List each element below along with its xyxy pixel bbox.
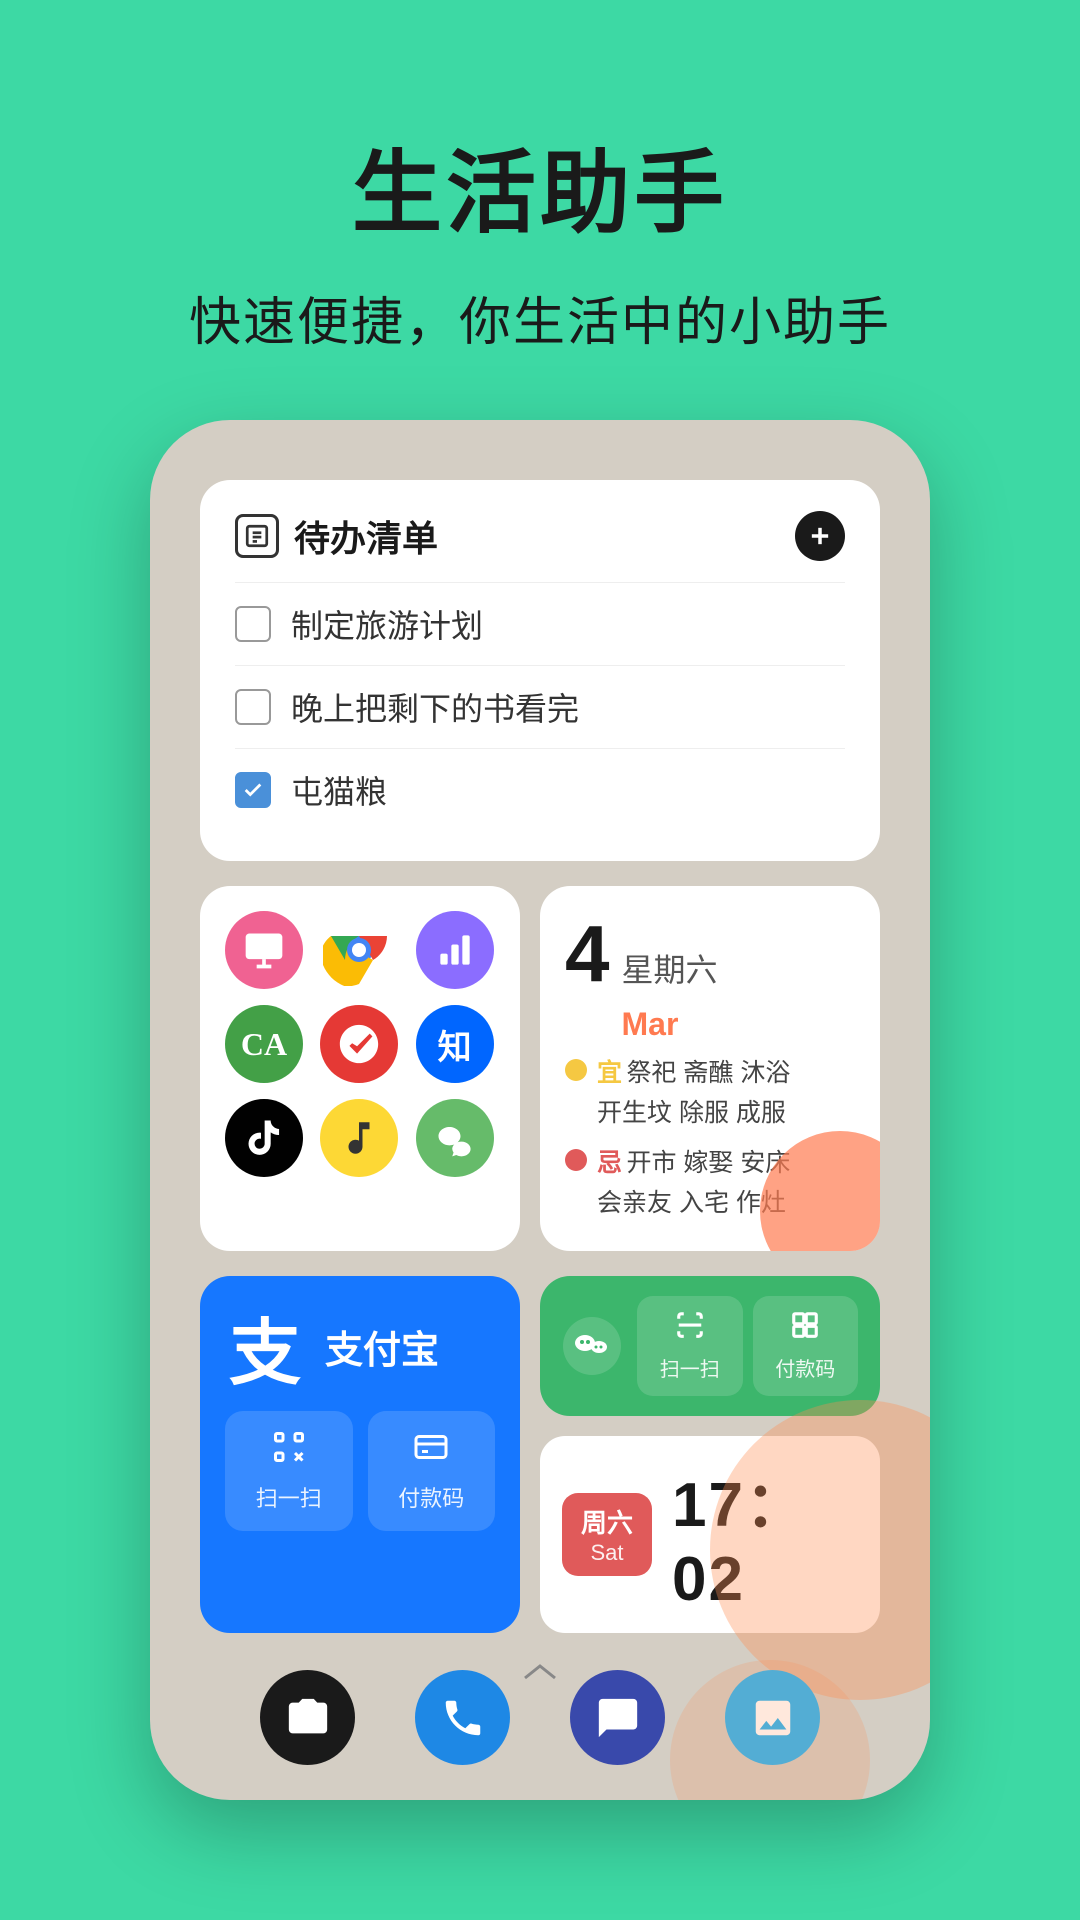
- todo-title: 待办清单: [294, 510, 438, 562]
- wechat-scan-button[interactable]: 扫一扫: [637, 1296, 743, 1396]
- calendar-widget: 4 星期六 Mar 宜 祭祀 斋醮 沐浴开生坟 除服 成服 忌 开市 嫁娶 安: [540, 886, 880, 1251]
- app-icon-wechat-small[interactable]: [416, 1099, 494, 1177]
- dock-camera[interactable]: [260, 1670, 355, 1765]
- sub-title: 快速便捷，你生活中的小助手: [0, 280, 1080, 355]
- phone-mockup: 待办清单 制定旅游计划 晚上把剩下的书看完: [150, 420, 930, 1800]
- main-title: 生活助手: [0, 120, 1080, 250]
- todo-text-1: 制定旅游计划: [291, 601, 483, 647]
- app-icon-tiktok[interactable]: [225, 1099, 303, 1177]
- cal-date: 4: [565, 914, 610, 994]
- todo-list-icon: [235, 514, 279, 558]
- dock-phone[interactable]: [415, 1670, 510, 1765]
- alipay-main: 支 支付宝: [225, 1306, 495, 1386]
- middle-row: CA 知: [200, 886, 880, 1251]
- todo-text-3: 屯猫粮: [291, 767, 387, 813]
- wechat-scan-label: 扫一扫: [660, 1353, 720, 1382]
- inauspicious-dot: [565, 1149, 587, 1171]
- checkbox-3[interactable]: [235, 772, 271, 808]
- app-icon-zhihu[interactable]: 知: [416, 1005, 494, 1083]
- todo-add-button[interactable]: [795, 511, 845, 561]
- checkbox-1[interactable]: [235, 606, 271, 642]
- cal-month: Mar: [622, 1006, 718, 1043]
- inauspicious-items: 开市 嫁娶 安床会亲友 入宅 作灶: [597, 1149, 790, 1217]
- todo-item-1[interactable]: 制定旅游计划: [235, 582, 845, 665]
- wechat-actions: 扫一扫 付款码: [637, 1296, 858, 1396]
- dock-messages[interactable]: [570, 1670, 665, 1765]
- scan-icon: [271, 1429, 307, 1473]
- wechat-scan-icon: [675, 1310, 705, 1347]
- dock-gallery[interactable]: [725, 1670, 820, 1765]
- app-icon-stats[interactable]: [416, 911, 494, 989]
- wechat-logo: [562, 1316, 622, 1376]
- clock-day-badge: 周六 Sat: [562, 1493, 652, 1576]
- app-icon-music[interactable]: [320, 1099, 398, 1177]
- todo-header-left: 待办清单: [235, 510, 438, 562]
- alipay-scan-button[interactable]: 扫一扫: [225, 1411, 353, 1531]
- wechat-right-col: 扫一扫 付款码: [540, 1276, 880, 1633]
- apps-widget: CA 知: [200, 886, 520, 1251]
- checkbox-2[interactable]: [235, 689, 271, 725]
- cal-weekday: 星期六: [622, 945, 718, 991]
- inauspicious-label: 忌: [597, 1149, 622, 1177]
- todo-text-2: 晚上把剩下的书看完: [291, 684, 579, 730]
- app-icon-chrome[interactable]: [320, 911, 398, 989]
- clock-widget: 周六 Sat 17：02: [540, 1436, 880, 1633]
- wechat-pay-button[interactable]: 付款码: [753, 1296, 859, 1396]
- app-icon-weibo[interactable]: [320, 1005, 398, 1083]
- alipay-pay-button[interactable]: 付款码: [368, 1411, 496, 1531]
- auspicious-dot: [565, 1059, 587, 1081]
- clock-weekday: 周六: [578, 1503, 636, 1540]
- alipay-logo: 支: [225, 1306, 305, 1386]
- auspicious-items: 祭祀 斋醮 沐浴开生坟 除服 成服: [597, 1059, 790, 1127]
- wechat-pay-icon: [790, 1310, 820, 1347]
- bottom-row: 支 支付宝 扫一扫: [200, 1276, 880, 1633]
- header-section: 生活助手 快速便捷，你生活中的小助手: [0, 0, 1080, 355]
- app-icon-ca[interactable]: CA: [225, 1005, 303, 1083]
- alipay-char: 支: [229, 1294, 301, 1399]
- todo-item-2[interactable]: 晚上把剩下的书看完: [235, 665, 845, 748]
- wechat-pay-label: 付款码: [775, 1353, 835, 1382]
- alipay-actions: 扫一扫 付款码: [225, 1411, 495, 1531]
- wechat-widget: 扫一扫 付款码: [540, 1276, 880, 1416]
- app-icon-tv[interactable]: [225, 911, 303, 989]
- clock-time: 17：02: [672, 1454, 858, 1615]
- todo-header: 待办清单: [235, 510, 845, 562]
- todo-widget: 待办清单 制定旅游计划 晚上把剩下的书看完: [200, 480, 880, 861]
- alipay-scan-label: 扫一扫: [256, 1481, 322, 1513]
- wechat-row: 扫一扫 付款码: [562, 1296, 858, 1396]
- apps-grid: CA 知: [225, 911, 495, 1177]
- bottom-dock: [150, 1670, 930, 1765]
- pay-icon: [413, 1429, 449, 1473]
- cal-inauspicious-row: 忌 开市 嫁娶 安床会亲友 入宅 作灶: [565, 1143, 855, 1223]
- alipay-pay-label: 付款码: [398, 1481, 464, 1513]
- alipay-widget: 支 支付宝 扫一扫: [200, 1276, 520, 1633]
- cal-auspicious-row: 宜 祭祀 斋醮 沐浴开生坟 除服 成服: [565, 1053, 855, 1133]
- clock-sat: Sat: [578, 1540, 636, 1566]
- alipay-name: 支付宝: [325, 1319, 439, 1374]
- auspicious-label: 宜: [597, 1059, 622, 1087]
- todo-item-3[interactable]: 屯猫粮: [235, 748, 845, 831]
